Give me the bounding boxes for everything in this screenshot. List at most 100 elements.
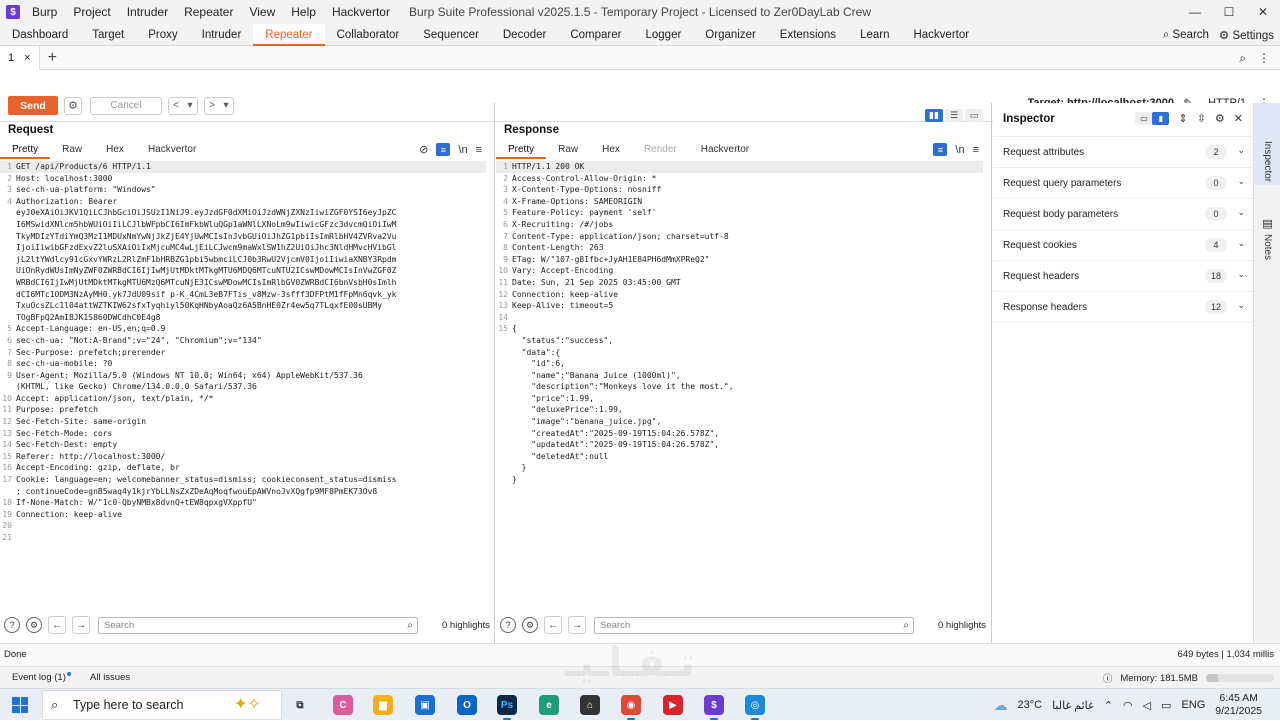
inspector-layout-left-icon[interactable]: ▭ xyxy=(1135,112,1153,125)
tab-dashboard[interactable]: Dashboard xyxy=(0,24,80,46)
response-tab-hackvertor[interactable]: Hackvertor xyxy=(689,143,761,159)
settings-button[interactable]: ⚙ Settings xyxy=(1219,28,1274,42)
tab-proxy[interactable]: Proxy xyxy=(136,24,189,46)
newline-toggle-icon[interactable]: \n xyxy=(458,144,467,156)
tab-decoder[interactable]: Decoder xyxy=(491,24,558,46)
tray-expand-icon[interactable]: ⌃ xyxy=(1104,699,1113,712)
task-view-icon[interactable]: ⧉ xyxy=(290,695,310,715)
menu-view[interactable]: View xyxy=(249,5,275,19)
side-tab-inspector[interactable]: Inspector xyxy=(1254,103,1280,185)
close-icon[interactable]: ✕ xyxy=(1246,0,1280,24)
request-search-input[interactable]: Search ⌕ xyxy=(98,616,418,634)
layout-stacked-icon[interactable]: ☰ xyxy=(945,109,963,122)
windows-start-icon[interactable] xyxy=(12,697,28,713)
menu-help[interactable]: Help xyxy=(291,5,316,19)
close-inspector-icon[interactable]: ✕ xyxy=(1234,112,1243,125)
response-editor[interactable]: 1 HTTP/1.1 200 OK 2 Access-Control-Allow-Or… xyxy=(496,161,983,601)
clock[interactable]: 6:45 AM 9/21/2025 xyxy=(1215,692,1262,718)
request-editor[interactable]: 1 GET /api/Products/6 HTTP/1.1 2 Host: loca… xyxy=(0,161,486,601)
collapse-all-icon[interactable]: ⇳ xyxy=(1197,112,1206,125)
menu-icon[interactable]: ≡ xyxy=(973,144,979,156)
minimize-icon[interactable]: — xyxy=(1178,0,1212,24)
tab-organizer[interactable]: Organizer xyxy=(693,24,768,46)
search-tabs-icon[interactable]: ⌕ xyxy=(1239,51,1246,66)
newline-toggle-icon[interactable]: \n xyxy=(955,144,964,156)
speaker-icon[interactable]: ◁ xyxy=(1143,699,1151,712)
app-icon-red[interactable]: ▶ xyxy=(663,695,683,715)
response-tab-hex[interactable]: Hex xyxy=(590,143,632,159)
more-options-icon[interactable]: ⋮ xyxy=(1258,51,1270,65)
inspector-row-cookies[interactable]: Request cookies 4 ⌄ xyxy=(993,230,1253,261)
layout-tabs-icon[interactable]: ▭ xyxy=(965,109,983,122)
inspector-layout-right-icon[interactable]: ▮ xyxy=(1152,112,1170,125)
response-search-input[interactable]: Search ⌕ xyxy=(594,616,914,634)
inspector-row-request-attributes[interactable]: Request attributes 2 ⌄ xyxy=(993,137,1253,168)
request-tab-pretty[interactable]: Pretty xyxy=(0,143,51,159)
maximize-icon[interactable]: ☐ xyxy=(1212,0,1246,24)
side-tab-notes[interactable]: ▤ Notes xyxy=(1254,217,1280,277)
request-tab-hex[interactable]: Hex xyxy=(94,143,136,159)
copilot-sparkle-icon[interactable]: ✦✧ xyxy=(234,694,261,714)
request-tab-raw[interactable]: Raw xyxy=(50,143,94,159)
tab-logger[interactable]: Logger xyxy=(633,24,693,46)
close-tab-icon[interactable]: × xyxy=(24,46,30,70)
all-issues-button[interactable]: All issues xyxy=(90,672,130,683)
tab-repeater[interactable]: Repeater xyxy=(253,23,325,46)
chevron-down-icon[interactable]: ⌄ xyxy=(1237,269,1245,280)
search-settings-gear-icon[interactable]: ⚙ xyxy=(522,617,538,633)
photoshop-icon[interactable]: Ps xyxy=(497,695,517,720)
weather-temp[interactable]: 23°C xyxy=(1017,699,1042,711)
layout-side-by-side-icon[interactable]: ▮▮ xyxy=(925,109,943,122)
inspector-row-response-headers[interactable]: Response headers 12 ⌄ xyxy=(993,292,1253,323)
file-explorer-icon[interactable]: ▆ xyxy=(373,695,393,715)
tab-intruder[interactable]: Intruder xyxy=(190,24,254,46)
chrome-icon[interactable]: ◉ xyxy=(621,695,641,720)
chevron-down-icon[interactable]: ⌄ xyxy=(1237,176,1245,187)
menu-repeater[interactable]: Repeater xyxy=(184,5,233,19)
language-indicator[interactable]: ENG xyxy=(1181,699,1205,711)
previous-match-icon[interactable]: ← xyxy=(544,616,562,634)
edge-icon[interactable]: e xyxy=(539,695,559,715)
tab-sequencer[interactable]: Sequencer xyxy=(411,24,491,46)
add-tab-button[interactable]: + xyxy=(48,49,57,67)
tab-learn[interactable]: Learn xyxy=(848,24,901,46)
repeater-tab-1[interactable]: 1 × xyxy=(0,45,40,70)
app-icon-blue[interactable]: ◎ xyxy=(745,695,765,720)
menu-icon[interactable]: ≡ xyxy=(476,144,482,156)
search-settings-gear-icon[interactable]: ⚙ xyxy=(26,617,42,633)
request-tab-hackvertor[interactable]: Hackvertor xyxy=(136,143,208,159)
chevron-down-icon[interactable]: ⌄ xyxy=(1237,207,1245,218)
inspector-row-body-parameters[interactable]: Request body parameters 0 ⌄ xyxy=(993,199,1253,230)
wifi-icon[interactable]: ◠ xyxy=(1123,699,1133,712)
menu-hackvertor[interactable]: Hackvertor xyxy=(332,5,390,19)
message-actions-icon[interactable]: ≡ xyxy=(933,143,948,156)
response-tab-raw[interactable]: Raw xyxy=(546,143,590,159)
app-icon-dark[interactable]: ⌂ xyxy=(580,695,600,715)
expand-all-icon[interactable]: ⇕ xyxy=(1178,112,1187,125)
menu-project[interactable]: Project xyxy=(73,5,110,19)
event-log-button[interactable]: Event log (1) xyxy=(12,672,71,683)
tab-hackvertor[interactable]: Hackvertor xyxy=(901,24,981,46)
inspector-settings-gear-icon[interactable]: ⚙ xyxy=(1215,112,1225,125)
tab-target[interactable]: Target xyxy=(80,24,136,46)
battery-icon[interactable]: ▭ xyxy=(1161,699,1171,712)
help-icon[interactable]: ? xyxy=(4,617,20,633)
copilot-app-icon[interactable]: C xyxy=(333,695,353,715)
chevron-down-icon[interactable]: ⌄ xyxy=(1237,145,1245,156)
chevron-down-icon[interactable]: ⌄ xyxy=(1237,238,1245,249)
tab-comparer[interactable]: Comparer xyxy=(558,24,633,46)
burp-taskbar-icon[interactable]: $ xyxy=(704,695,724,720)
message-actions-icon[interactable]: ≡ xyxy=(436,143,451,156)
next-match-icon[interactable]: → xyxy=(568,616,586,634)
store-icon[interactable]: ▣ xyxy=(415,695,435,715)
global-search-button[interactable]: ⌕ Search xyxy=(1163,29,1209,42)
menu-burp[interactable]: Burp xyxy=(32,5,57,19)
response-tab-render[interactable]: Render xyxy=(632,143,689,159)
inspector-row-query-parameters[interactable]: Request query parameters 0 ⌄ xyxy=(993,168,1253,199)
weather-description[interactable]: غائم غالبا xyxy=(1052,699,1094,712)
response-tab-pretty[interactable]: Pretty xyxy=(496,143,547,159)
tab-extensions[interactable]: Extensions xyxy=(768,24,848,46)
inspector-row-request-headers[interactable]: Request headers 18 ⌄ xyxy=(993,261,1253,292)
next-match-icon[interactable]: → xyxy=(72,616,90,634)
chevron-down-icon[interactable]: ⌄ xyxy=(1237,300,1245,311)
